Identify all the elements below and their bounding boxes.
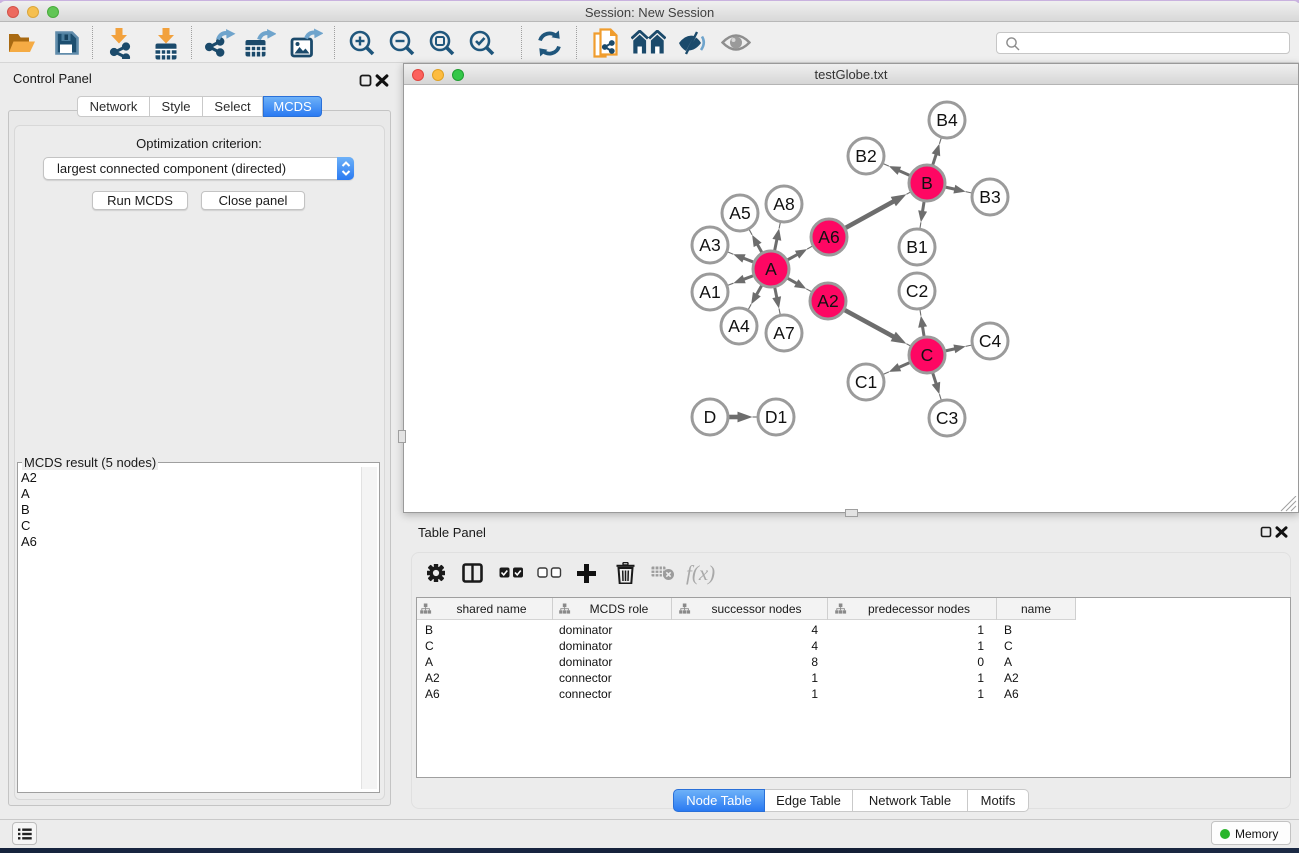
svg-text:A3: A3 [699, 235, 720, 255]
svg-text:D: D [704, 407, 717, 427]
svg-text:B3: B3 [979, 187, 1000, 207]
svg-text:A4: A4 [728, 316, 750, 336]
svg-text:C2: C2 [906, 281, 928, 301]
svg-text:A1: A1 [699, 282, 720, 302]
svg-text:C3: C3 [936, 408, 958, 428]
svg-text:A5: A5 [729, 203, 750, 223]
svg-text:C1: C1 [855, 372, 877, 392]
svg-text:B: B [921, 173, 933, 193]
svg-text:D1: D1 [765, 407, 787, 427]
svg-text:B4: B4 [936, 110, 958, 130]
svg-text:A2: A2 [817, 291, 838, 311]
svg-text:C: C [921, 345, 934, 365]
svg-text:B2: B2 [855, 146, 876, 166]
svg-text:A: A [765, 259, 777, 279]
svg-text:B1: B1 [906, 237, 927, 257]
svg-text:C4: C4 [979, 331, 1002, 351]
svg-text:A8: A8 [773, 194, 794, 214]
svg-text:A6: A6 [818, 227, 839, 247]
svg-text:A7: A7 [773, 323, 794, 343]
